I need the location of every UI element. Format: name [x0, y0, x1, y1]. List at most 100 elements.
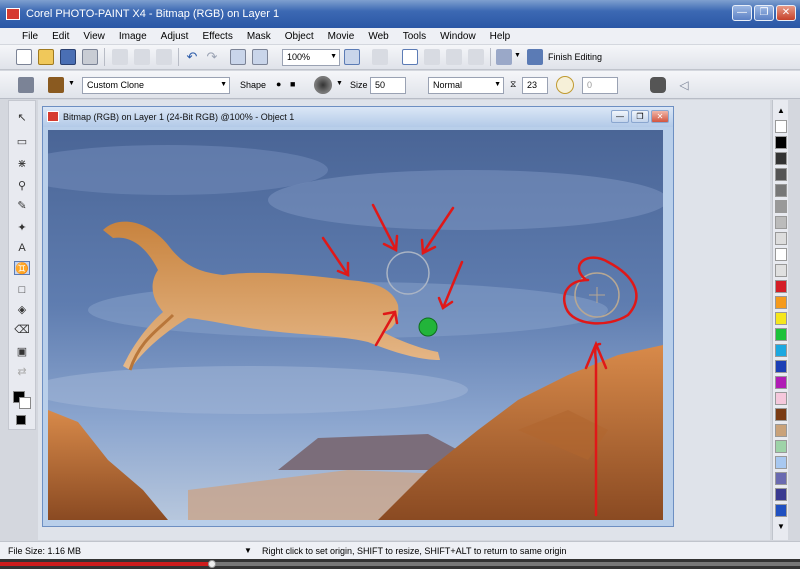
palette-swatch[interactable]: [775, 504, 787, 517]
palette-swatch[interactable]: [775, 152, 787, 165]
chevron-down-icon[interactable]: ▼: [336, 80, 343, 87]
image-canvas[interactable]: [48, 130, 663, 520]
minimize-button[interactable]: —: [732, 5, 752, 21]
application-launcher-icon[interactable]: [496, 49, 512, 65]
transparency-input[interactable]: 23: [522, 77, 548, 94]
size-input[interactable]: 50: [370, 77, 406, 94]
palette-swatch[interactable]: [775, 376, 787, 389]
mask-overlay-icon[interactable]: [424, 49, 440, 65]
chevron-down-icon[interactable]: ▼: [514, 52, 521, 59]
palette-swatch[interactable]: [775, 136, 787, 149]
progress-scrubber[interactable]: [208, 560, 216, 568]
palette-swatch[interactable]: [775, 472, 787, 485]
menu-web[interactable]: Web: [368, 31, 388, 42]
close-button[interactable]: ✕: [776, 5, 796, 21]
menu-object[interactable]: Object: [285, 31, 314, 42]
status-menu-chevron-icon[interactable]: ▼: [244, 546, 252, 555]
clone-tool-icon[interactable]: ♊: [14, 261, 30, 275]
palette-swatch[interactable]: [775, 312, 787, 325]
menu-image[interactable]: Image: [119, 31, 147, 42]
text-tool-icon[interactable]: A: [14, 241, 30, 255]
menu-mask[interactable]: Mask: [247, 31, 271, 42]
palette-swatch[interactable]: [775, 456, 787, 469]
eraser-tool-icon[interactable]: ⌫: [14, 323, 30, 337]
palette-swatch[interactable]: [775, 168, 787, 181]
paper-color-swatch[interactable]: [16, 415, 26, 425]
eyedropper-icon[interactable]: ✎: [14, 199, 30, 213]
palette-swatch[interactable]: [775, 488, 787, 501]
secondary-color-swatch[interactable]: [19, 397, 31, 409]
palette-swatch[interactable]: [775, 440, 787, 453]
palette-scroll-up-icon[interactable]: ▲: [777, 106, 785, 115]
palette-swatch[interactable]: [775, 392, 787, 405]
menu-edit[interactable]: Edit: [52, 31, 69, 42]
doc-minimize-button[interactable]: —: [611, 110, 629, 123]
menu-tools[interactable]: Tools: [403, 31, 426, 42]
brush-settings-icon[interactable]: [556, 76, 574, 94]
brush-preset-combo[interactable]: Custom Clone ▼: [82, 77, 230, 94]
merge-mode-combo[interactable]: Normal ▼: [428, 77, 504, 94]
clone-brush-icon[interactable]: [48, 77, 64, 93]
palette-scroll-down-icon[interactable]: ▼: [777, 522, 785, 531]
fill-tool-icon[interactable]: ◈: [14, 303, 30, 317]
mask-transform-icon[interactable]: ⋇: [14, 157, 30, 171]
palette-swatch[interactable]: [775, 360, 787, 373]
undo-icon[interactable]: ↶: [184, 49, 200, 65]
camera-icon[interactable]: [650, 77, 666, 93]
square-nib-icon[interactable]: ■: [290, 79, 295, 89]
secondary-value-input[interactable]: 0: [582, 77, 618, 94]
paste-icon[interactable]: [156, 49, 172, 65]
palette-swatch[interactable]: [775, 408, 787, 421]
palette-swatch[interactable]: [775, 328, 787, 341]
object-pick-icon[interactable]: ▣: [14, 345, 30, 359]
document-title-bar[interactable]: Bitmap (RGB) on Layer 1 (24-Bit RGB) @10…: [43, 107, 673, 127]
object-marquee-icon[interactable]: [446, 49, 462, 65]
effect-tool-icon[interactable]: ✦: [14, 221, 30, 235]
rectangle-tool-icon[interactable]: □: [14, 283, 30, 297]
palette-swatch[interactable]: [775, 296, 787, 309]
photo-paint-app-icon[interactable]: [6, 8, 20, 20]
palette-swatch[interactable]: [775, 200, 787, 213]
zoom-tool-icon[interactable]: ⚲: [14, 179, 30, 193]
round-nib-icon[interactable]: ●: [276, 79, 281, 89]
no-color-swatch[interactable]: [775, 120, 787, 133]
menu-help[interactable]: Help: [490, 31, 511, 42]
finish-editing-icon[interactable]: [527, 49, 543, 65]
finish-editing-button[interactable]: Finish Editing: [548, 52, 602, 62]
copy-icon[interactable]: [134, 49, 150, 65]
menu-adjust[interactable]: Adjust: [161, 31, 189, 42]
export-icon[interactable]: [252, 49, 268, 65]
palette-swatch[interactable]: [775, 264, 787, 277]
video-progress-bar[interactable]: [0, 559, 800, 569]
nib-preview-icon[interactable]: [314, 76, 332, 94]
menu-view[interactable]: View: [83, 31, 105, 42]
transform-icon[interactable]: [372, 49, 388, 65]
cut-icon[interactable]: [112, 49, 128, 65]
open-folder-icon[interactable]: [38, 49, 54, 65]
menu-window[interactable]: Window: [440, 31, 476, 42]
palette-swatch[interactable]: [775, 216, 787, 229]
zoom-level-combo[interactable]: 100% ▼: [282, 49, 340, 66]
import-icon[interactable]: [230, 49, 246, 65]
doc-close-button[interactable]: ✕: [651, 110, 669, 123]
print-icon[interactable]: [82, 49, 98, 65]
palette-swatch[interactable]: [775, 232, 787, 245]
palette-swatch[interactable]: [775, 424, 787, 437]
dock-arrow-icon[interactable]: ◁: [676, 77, 692, 93]
maximize-button[interactable]: ❐: [754, 5, 774, 21]
palette-swatch[interactable]: [775, 248, 787, 261]
pick-tool-icon[interactable]: ↖: [14, 111, 30, 125]
color-swap-icon[interactable]: ⇄: [14, 365, 30, 379]
redo-icon[interactable]: ↷: [204, 49, 220, 65]
chevron-down-icon[interactable]: ▼: [68, 80, 75, 87]
new-document-icon[interactable]: [16, 49, 32, 65]
save-icon[interactable]: [60, 49, 76, 65]
palette-swatch[interactable]: [775, 280, 787, 293]
menu-movie[interactable]: Movie: [328, 31, 355, 42]
zoom-in-icon[interactable]: [344, 49, 360, 65]
mask-marquee-icon[interactable]: [402, 49, 418, 65]
palette-swatch[interactable]: [775, 184, 787, 197]
lock-object-icon[interactable]: [468, 49, 484, 65]
doc-maximize-button[interactable]: ❐: [631, 110, 649, 123]
palette-swatch[interactable]: [775, 344, 787, 357]
